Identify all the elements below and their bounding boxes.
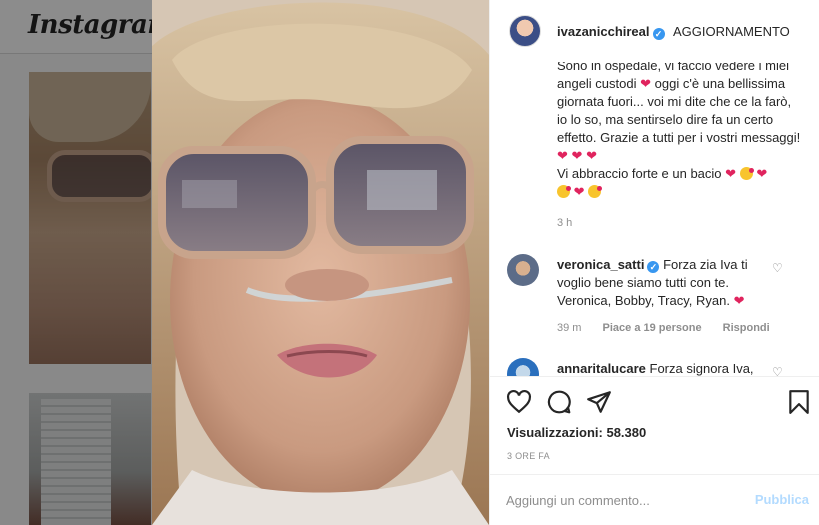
kiss-face-emoji [588,185,603,198]
header-caption: AGGIORNAMENTO [673,24,790,39]
verified-badge-icon: ✓ [647,261,660,273]
comment-like-heart-icon[interactable]: ♡ [772,261,783,275]
kiss-face-emoji [557,185,571,198]
video-frame [152,0,489,525]
author-username[interactable]: ivazanicchireal ✓ [557,24,665,40]
post-video[interactable] [152,0,489,525]
red-heart-emoji: ❤ [725,166,737,181]
post-date[interactable]: 3 ORE FA [507,451,550,461]
red-heart-emoji: ❤ [640,76,652,91]
comment: annaritalucare Forza signora Iva, [557,360,772,376]
red-heart-emoji: ❤ [756,166,768,181]
post-caption: Sono in ospedale, vi faccio vedere i mie… [557,62,801,199]
post-header: ivazanicchireal ✓ AGGIORNAMENTO [490,0,819,62]
red-heart-emoji: ❤ [586,148,597,163]
comment-text: Forza signora Iva, [649,361,754,376]
comment-meta: 39 m Piace a 19 persone Rispondi [557,322,788,334]
comment-input[interactable] [506,488,726,512]
action-bar [490,376,819,426]
kiss-face-emoji [739,167,754,180]
post-modal: ivazanicchireal ✓ AGGIORNAMENTO Sono in o… [152,0,819,525]
post-sidebar: ivazanicchireal ✓ AGGIORNAMENTO Sono in o… [489,0,819,525]
comment-avatar[interactable] [507,358,539,376]
publish-button[interactable]: Pubblica [755,492,809,507]
red-heart-emoji: ❤ [573,184,585,199]
views-counter[interactable]: Visualizzazioni: 58.380 [507,425,646,440]
comment-avatar[interactable] [507,254,539,286]
heart-icon[interactable] [506,389,532,415]
comment-username[interactable]: annaritalucare [557,361,646,376]
reply-button[interactable]: Rispondi [723,322,770,334]
red-heart-emoji: ❤ [733,293,745,308]
caption-timestamp[interactable]: 3 h [557,217,572,229]
comments-list[interactable]: Sono in ospedale, vi faccio vedere i mie… [490,62,819,376]
red-heart-emoji: ❤ [571,148,583,163]
verified-badge-icon: ✓ [652,28,665,40]
comment-icon[interactable] [546,389,572,415]
red-heart-emoji: ❤ [557,148,568,163]
bookmark-icon[interactable] [786,389,812,415]
paper-plane-icon[interactable] [586,389,612,415]
comment: veronica_satti ✓ Forza zia Iva ti voglio … [557,256,772,310]
comment-likes-count[interactable]: Piace a 19 persone [603,322,702,334]
add-comment-section: Pubblica [490,474,819,525]
author-avatar[interactable] [509,15,541,47]
comment-time[interactable]: 39 m [557,322,581,334]
comment-like-heart-icon[interactable]: ♡ [772,365,783,376]
comment-username[interactable]: veronica_satti [557,257,644,272]
